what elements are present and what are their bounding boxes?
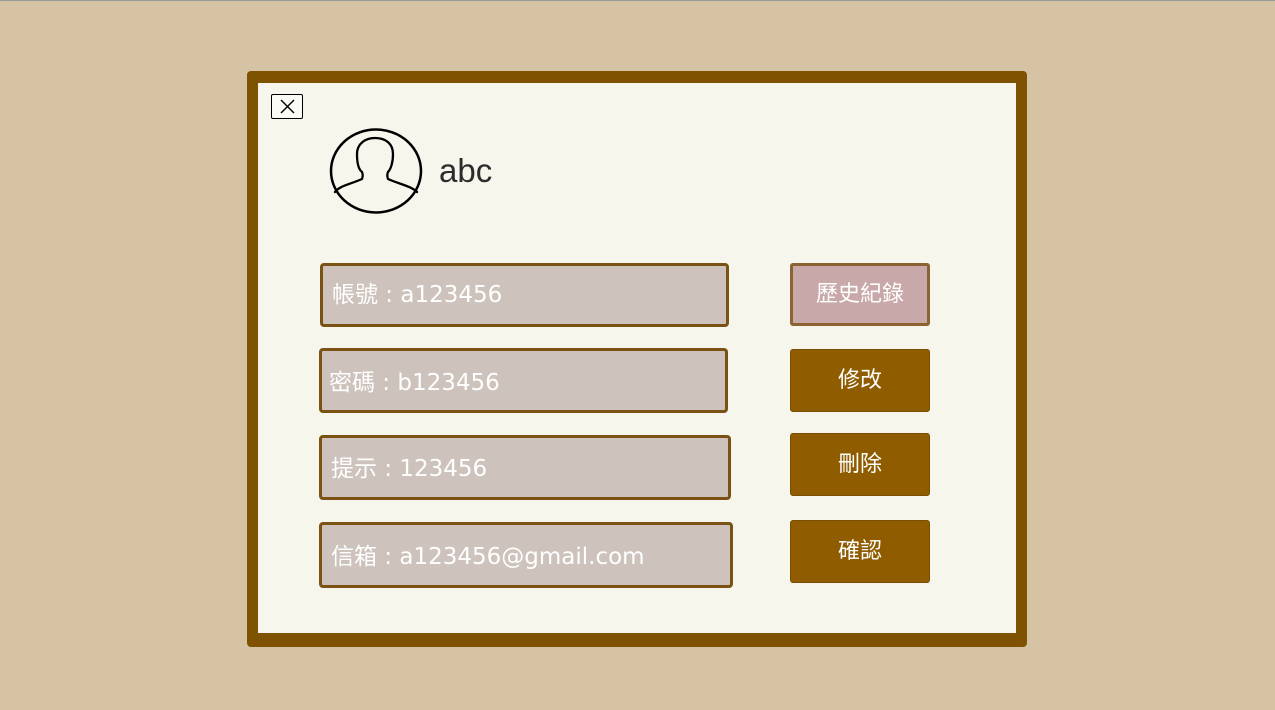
password-field[interactable]: 密碼 : b123456 [319, 348, 728, 413]
edit-button[interactable]: 修改 [790, 349, 930, 412]
email-field[interactable]: 信箱 : a123456@gmail.com [319, 522, 733, 588]
username-label: abc [439, 152, 493, 189]
close-button[interactable] [271, 94, 303, 119]
close-icon [280, 99, 295, 114]
window-top-border [0, 0, 1275, 1]
delete-button[interactable]: 刪除 [790, 433, 930, 496]
history-button[interactable]: 歷史紀錄 [790, 263, 930, 326]
confirm-button[interactable]: 確認 [790, 520, 930, 583]
account-field[interactable]: 帳號 : a123456 [320, 263, 729, 327]
hint-field[interactable]: 提示 : 123456 [319, 435, 731, 500]
user-avatar-icon [329, 128, 423, 214]
